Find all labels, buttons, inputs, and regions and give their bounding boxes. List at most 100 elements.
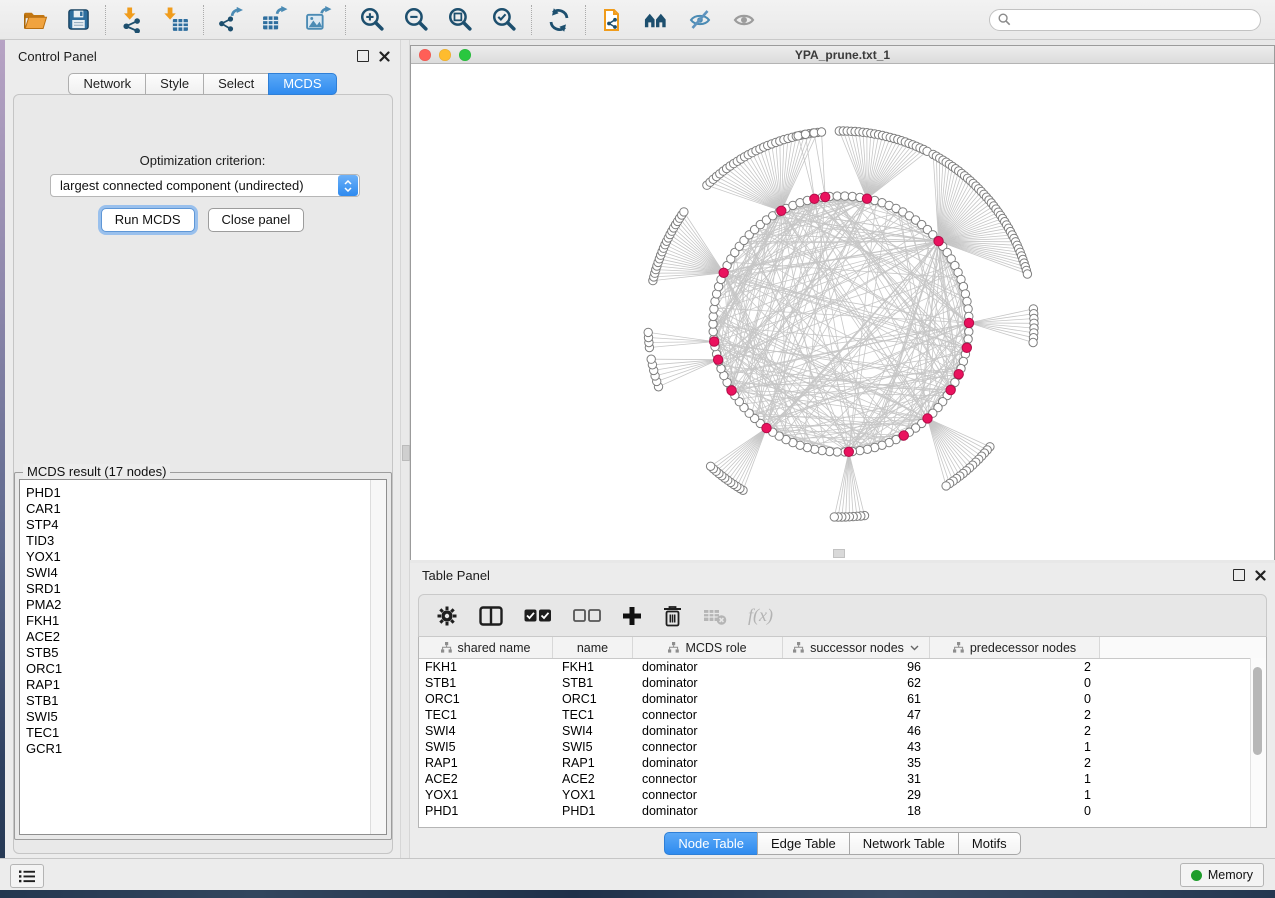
- table-cell: dominator: [633, 804, 783, 818]
- column-header-name[interactable]: name: [553, 637, 633, 658]
- list-item[interactable]: STP4: [20, 517, 386, 533]
- task-history-button[interactable]: [10, 864, 44, 888]
- list-item[interactable]: RAP1: [20, 677, 386, 693]
- table-row[interactable]: FKH1FKH1dominator962: [419, 659, 1266, 675]
- table-cell: connector: [633, 772, 783, 786]
- table-row[interactable]: ORC1ORC1dominator610: [419, 691, 1266, 707]
- list-item[interactable]: TID3: [20, 533, 386, 549]
- table-cell: 1: [930, 740, 1100, 754]
- list-item[interactable]: CAR1: [20, 501, 386, 517]
- toggle-column-icon[interactable]: [479, 603, 503, 629]
- column-header-predecessor-nodes[interactable]: predecessor nodes: [930, 637, 1100, 658]
- table-cell: connector: [633, 708, 783, 722]
- column-header-MCDS-role[interactable]: MCDS role: [633, 637, 783, 658]
- close-panel-icon[interactable]: [379, 51, 390, 62]
- canvas-resize-grip[interactable]: [833, 549, 845, 558]
- zoom-selected-icon[interactable]: [491, 6, 518, 33]
- settings-gear-icon[interactable]: [436, 603, 458, 629]
- tab-motifs[interactable]: Motifs: [958, 832, 1021, 855]
- tab-node-table[interactable]: Node Table: [664, 832, 758, 855]
- memory-button[interactable]: Memory: [1180, 863, 1264, 887]
- run-mcds-button[interactable]: Run MCDS: [101, 208, 195, 232]
- vertical-splitter[interactable]: [400, 40, 410, 858]
- zoom-fit-icon[interactable]: [447, 6, 474, 33]
- tab-style[interactable]: Style: [145, 73, 204, 95]
- import-network-icon[interactable]: [119, 6, 146, 33]
- table-row[interactable]: ACE2ACE2connector311: [419, 771, 1266, 787]
- save-session-icon[interactable]: [65, 6, 92, 33]
- zoom-in-icon[interactable]: [359, 6, 386, 33]
- tab-network[interactable]: Network: [68, 73, 146, 95]
- table-row[interactable]: SWI4SWI4dominator462: [419, 723, 1266, 739]
- list-item[interactable]: GCR1: [20, 741, 386, 757]
- network-canvas[interactable]: [411, 64, 1274, 560]
- desktop-wallpaper-bottom: [0, 890, 1275, 898]
- table-cell: 96: [783, 660, 930, 674]
- column-header-label: shared name: [458, 641, 531, 655]
- table-cell: TEC1: [553, 708, 633, 722]
- table-scrollbar[interactable]: [1250, 658, 1266, 827]
- optimization-criterion-select[interactable]: largest connected component (undirected): [50, 174, 360, 197]
- tab-mcds[interactable]: MCDS: [268, 73, 336, 95]
- select-all-icon[interactable]: [524, 603, 552, 629]
- splitter-grip[interactable]: [402, 445, 410, 461]
- list-item[interactable]: SRD1: [20, 581, 386, 597]
- birdseye-view-icon[interactable]: [643, 6, 670, 33]
- show-panel-eye-icon[interactable]: [731, 6, 758, 33]
- float-table-panel-icon[interactable]: [1233, 569, 1245, 581]
- search-input[interactable]: [1016, 11, 1252, 28]
- close-panel-button[interactable]: Close panel: [208, 208, 305, 232]
- table-row[interactable]: STB1STB1dominator620: [419, 675, 1266, 691]
- search-field[interactable]: [989, 9, 1261, 31]
- column-header-successor-nodes[interactable]: successor nodes: [783, 637, 930, 658]
- float-panel-icon[interactable]: [357, 50, 369, 62]
- table-cell: 0: [930, 676, 1100, 690]
- tab-select[interactable]: Select: [203, 73, 269, 95]
- list-item[interactable]: TEC1: [20, 725, 386, 741]
- table-cell: connector: [633, 788, 783, 802]
- column-header-shared-name[interactable]: shared name: [419, 637, 553, 658]
- list-item[interactable]: STB5: [20, 645, 386, 661]
- import-table-icon[interactable]: [163, 6, 190, 33]
- refresh-icon[interactable]: [545, 6, 572, 33]
- column-header-label: predecessor nodes: [970, 641, 1076, 655]
- open-file-icon[interactable]: [21, 6, 48, 33]
- list-item[interactable]: PMA2: [20, 597, 386, 613]
- mcds-result-title: MCDS result (17 nodes): [23, 464, 170, 479]
- list-scrollbar[interactable]: [370, 480, 386, 834]
- tree-column-icon: [953, 642, 964, 653]
- add-column-icon[interactable]: [622, 603, 642, 629]
- list-item[interactable]: YOX1: [20, 549, 386, 565]
- table-row[interactable]: SWI5SWI5connector431: [419, 739, 1266, 755]
- list-item[interactable]: FKH1: [20, 613, 386, 629]
- table-row[interactable]: RAP1RAP1dominator352: [419, 755, 1266, 771]
- table-row[interactable]: TEC1TEC1connector472: [419, 707, 1266, 723]
- hide-panel-eye-icon[interactable]: [687, 6, 714, 33]
- tab-edge-table[interactable]: Edge Table: [757, 832, 850, 855]
- function-builder-icon: f(x): [748, 603, 773, 629]
- list-item[interactable]: SWI5: [20, 709, 386, 725]
- list-item[interactable]: STB1: [20, 693, 386, 709]
- memory-label: Memory: [1208, 868, 1253, 882]
- network-graph[interactable]: [411, 64, 1274, 560]
- export-table-icon[interactable]: [261, 6, 288, 33]
- table-row[interactable]: YOX1YOX1connector291: [419, 787, 1266, 803]
- table-cell: STB1: [419, 676, 553, 690]
- list-item[interactable]: PHD1: [20, 485, 386, 501]
- share-document-icon[interactable]: [599, 6, 626, 33]
- table-row[interactable]: PHD1PHD1dominator180: [419, 803, 1266, 819]
- list-item[interactable]: ORC1: [20, 661, 386, 677]
- table-cell: connector: [633, 740, 783, 754]
- tab-network-table[interactable]: Network Table: [849, 832, 959, 855]
- deselect-all-icon[interactable]: [573, 603, 601, 629]
- list-item[interactable]: SWI4: [20, 565, 386, 581]
- table-cell: 0: [930, 804, 1100, 818]
- export-network-icon[interactable]: [217, 6, 244, 33]
- delete-column-icon[interactable]: [663, 603, 682, 629]
- export-image-icon[interactable]: [305, 6, 332, 33]
- mcds-result-list[interactable]: PHD1CAR1STP4TID3YOX1SWI4SRD1PMA2FKH1ACE2…: [19, 479, 387, 835]
- scrollbar-thumb[interactable]: [1253, 667, 1262, 755]
- close-table-panel-icon[interactable]: [1255, 570, 1266, 581]
- zoom-out-icon[interactable]: [403, 6, 430, 33]
- list-item[interactable]: ACE2: [20, 629, 386, 645]
